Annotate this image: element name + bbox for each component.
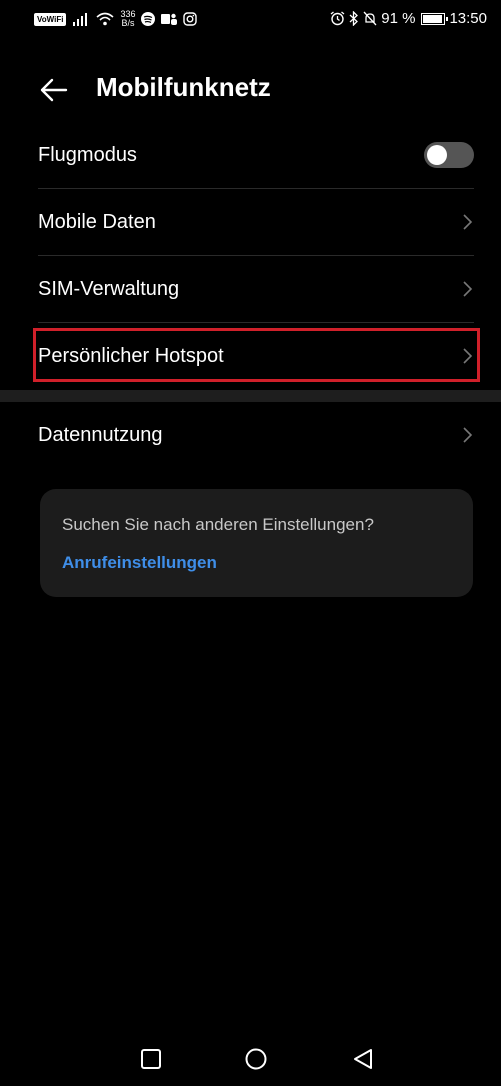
chevron-right-icon [463, 427, 473, 443]
system-nav-bar [0, 1036, 501, 1086]
suggestion-card: Suchen Sie nach anderen Einstellungen? A… [40, 489, 473, 597]
page-title: Mobilfunknetz [96, 72, 271, 102]
toggle-knob [427, 145, 447, 165]
square-icon[interactable] [138, 1046, 164, 1072]
status-right: 91 % 13:50 [330, 10, 487, 27]
setting-label: SIM-Verwaltung [38, 277, 180, 300]
back-arrow-icon[interactable] [38, 74, 70, 106]
teams-icon [161, 13, 178, 25]
chevron-right-icon [463, 348, 473, 364]
network-speed: 336 B/s [120, 10, 135, 28]
battery-icon [421, 12, 449, 25]
bluetooth-icon [349, 11, 359, 26]
setting-label: Persönlicher Hotspot [38, 344, 224, 367]
setting-row-flugmodus[interactable]: Flugmodus [38, 122, 474, 188]
setting-label: Mobile Daten [38, 210, 156, 233]
vowifi-badge: VoWiFi [34, 12, 67, 26]
setting-label: Datennutzung [38, 423, 163, 446]
alarm-icon [330, 11, 345, 26]
status-bar: VoWiFi 336 B/s 91 % 13:50 [0, 0, 501, 40]
battery-percent: 91 % [381, 10, 416, 27]
chevron-right-icon [463, 214, 473, 230]
circle-icon[interactable] [243, 1046, 269, 1072]
flugmodus-toggle[interactable] [424, 142, 474, 168]
suggestion-question: Suchen Sie nach anderen Einstellungen? [62, 515, 374, 534]
triangle-back-icon[interactable] [350, 1046, 376, 1072]
spotify-icon [141, 12, 156, 26]
section-separator [0, 390, 501, 402]
setting-label: Flugmodus [38, 143, 137, 166]
chevron-right-icon [463, 281, 473, 297]
speed-unit: B/s [121, 18, 135, 28]
mute-bell-icon [363, 11, 377, 26]
app-header: Mobilfunknetz [0, 60, 501, 120]
wifi-icon [96, 12, 114, 26]
signal-icon [73, 13, 88, 26]
anrufeinstellungen-link[interactable]: Anrufeinstellungen [62, 553, 217, 573]
setting-row-datennutzung[interactable]: Datennutzung [38, 402, 474, 468]
status-left: VoWiFi 336 B/s [34, 10, 198, 28]
clock: 13:50 [449, 10, 487, 27]
setting-row-mobile-daten[interactable]: Mobile Daten [38, 189, 474, 255]
setting-row-persoenlicher-hotspot[interactable]: Persönlicher Hotspot [38, 323, 474, 389]
setting-row-sim-verwaltung[interactable]: SIM-Verwaltung [38, 256, 474, 322]
battery-level [423, 14, 442, 23]
instagram-icon [183, 12, 198, 26]
